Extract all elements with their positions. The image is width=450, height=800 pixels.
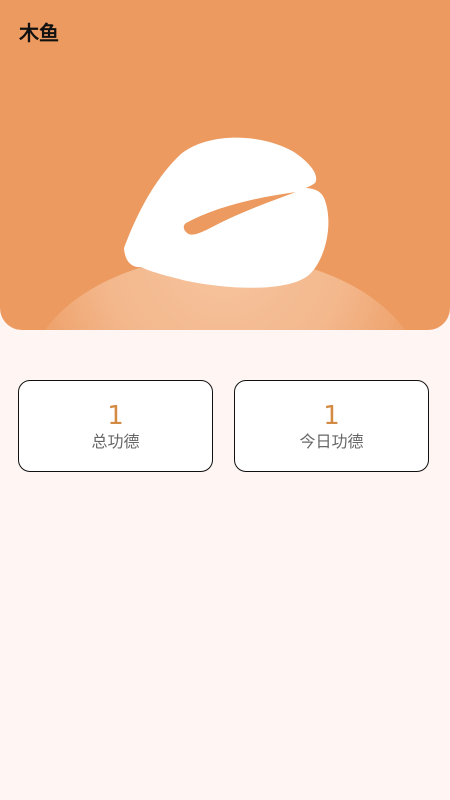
hero-banner: 木鱼 — [0, 0, 450, 330]
merit-stats: 1 总功德 1 今日功德 — [18, 380, 432, 475]
total-merit-value: 1 — [107, 401, 124, 431]
tap-wooden-fish-area[interactable] — [110, 125, 340, 300]
today-merit-card: 1 今日功德 — [234, 380, 429, 472]
total-merit-card: 1 总功德 — [18, 380, 213, 472]
total-merit-label: 总功德 — [91, 432, 140, 451]
today-merit-label: 今日功德 — [299, 432, 364, 451]
today-merit-value: 1 — [323, 401, 340, 431]
